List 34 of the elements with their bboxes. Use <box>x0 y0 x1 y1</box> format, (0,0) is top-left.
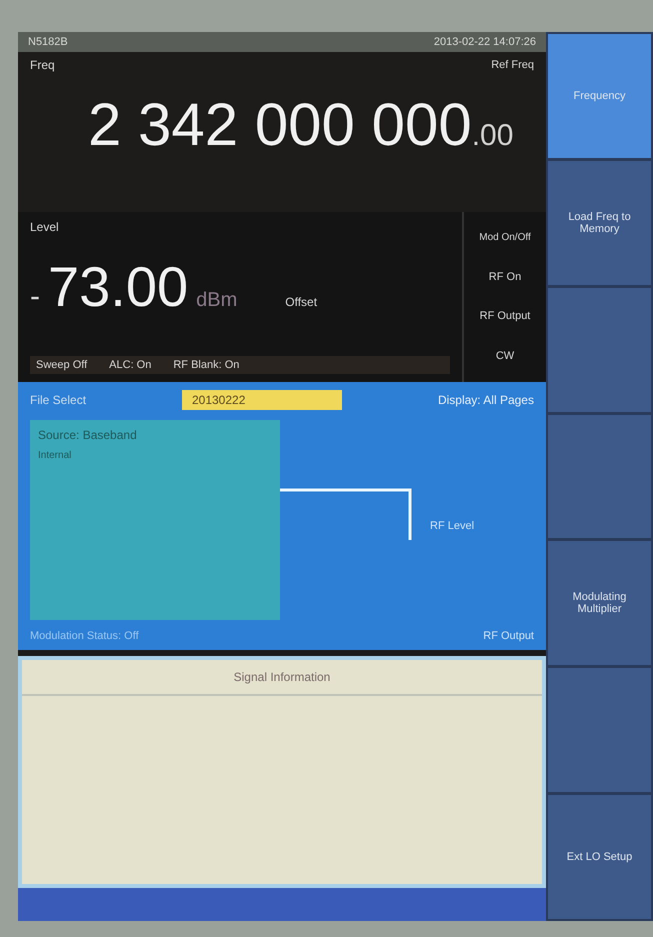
info-title: Signal Information <box>234 670 330 684</box>
softkey[interactable]: Modulating Multiplier <box>548 541 651 666</box>
softkey[interactable] <box>548 288 651 412</box>
level-value: 73.00 <box>48 254 188 319</box>
level-label: Level <box>30 220 59 234</box>
offset-label: Offset <box>285 295 318 309</box>
frequency-value: 2 342 000 000 <box>88 90 472 159</box>
source-title: Source: Baseband <box>38 428 138 442</box>
level-sign: - <box>30 280 40 314</box>
level-unit: dBm <box>196 289 238 312</box>
frequency-label: Freq <box>30 58 55 72</box>
rf-on-label: RF On <box>488 270 522 283</box>
instrument-model: N5182B <box>28 36 68 48</box>
modulation-label: Mod On/Off <box>479 232 531 243</box>
output-state: CW <box>496 350 514 362</box>
status-indicator: Sweep Off <box>36 359 88 371</box>
softkey[interactable] <box>548 414 651 538</box>
date-time: 2013-02-22 14:07:26 <box>434 36 536 48</box>
rf-level-label: RF Level <box>430 520 474 532</box>
frequency-decimals: .00 <box>472 119 514 153</box>
rf-output-label: RF Output <box>480 310 530 322</box>
file-select-label: File Select <box>30 393 86 407</box>
status-indicator: RF Blank: On <box>173 359 240 371</box>
ref-frequency-label: Ref Freq <box>491 59 534 71</box>
display-dropdown[interactable]: Display: All Pages <box>438 393 534 407</box>
softkey[interactable] <box>548 668 651 792</box>
file-field[interactable]: 20130222 <box>182 390 342 410</box>
source-subtitle: Internal <box>38 450 72 461</box>
softkey[interactable]: Ext LO Setup <box>548 795 651 920</box>
modulation-status: Modulation Status: Off <box>30 630 139 642</box>
rf-output-block-label: RF Output <box>483 630 534 642</box>
status-indicator: ALC: On <box>109 359 152 371</box>
softkey[interactable]: Frequency <box>548 34 651 158</box>
softkey[interactable]: Load Freq to Memory <box>548 160 651 285</box>
